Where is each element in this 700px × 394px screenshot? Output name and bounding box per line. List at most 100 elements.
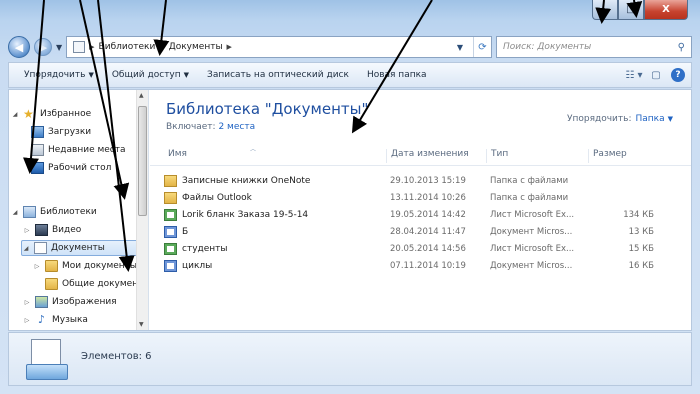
organize-menu-button[interactable]: Упорядочить ▼ (15, 70, 103, 80)
help-icon[interactable]: ? (671, 68, 685, 82)
file-size: 134 КБ (623, 209, 654, 220)
command-bar: Упорядочить ▼ Общий доступ ▼ Записать на о… (8, 62, 692, 88)
file-list-pane: Библиотека "Документы" Включает: 2 места… (150, 90, 691, 330)
file-date: 28.04.2014 11:47 (390, 226, 466, 237)
folder-icon (164, 191, 177, 204)
forward-button[interactable]: ▶ (34, 38, 52, 56)
column-header-name[interactable]: Имя (164, 149, 187, 163)
nav-downloads-label: Загрузки (48, 127, 92, 137)
burn-disc-button[interactable]: Записать на оптический диск (198, 70, 358, 80)
libraries-icon (23, 206, 36, 218)
file-row[interactable]: Записные книжки OneNote 29.10.2013 15:19 П… (164, 172, 683, 189)
folder-icon (45, 260, 58, 272)
includes-locations-link[interactable]: 2 места (218, 122, 255, 132)
search-icon[interactable]: ⚲ (678, 42, 685, 53)
breadcrumb-libraries[interactable]: Библиотеки (99, 42, 156, 52)
file-name: Б (182, 226, 189, 237)
documents-icon (34, 242, 47, 254)
nav-item-images[interactable]: ▷ Изображения (23, 294, 117, 310)
scroll-thumb[interactable] (138, 106, 147, 216)
nav-item-video[interactable]: ▷ Видео (23, 222, 81, 238)
chevron-down-icon: ▼ (183, 71, 190, 79)
collapse-arrow-icon[interactable]: ▷ (23, 299, 31, 306)
address-dropdown-button[interactable]: ▼ (451, 37, 469, 57)
expand-arrow-icon[interactable]: ◢ (22, 245, 30, 252)
file-row[interactable]: Файлы Outlook 13.11.2014 10:26 Папка с фай… (164, 189, 683, 206)
file-row[interactable]: Lorik бланк Заказа 19-5-14 19.05.2014 14:… (164, 206, 683, 223)
column-header-type[interactable]: Тип (486, 149, 508, 163)
arrange-label: Упорядочить: (567, 114, 632, 124)
file-row[interactable]: Б 28.04.2014 11:47 Документ Micros... 13 КБ (164, 223, 683, 240)
search-placeholder: Поиск: Документы (503, 42, 592, 52)
share-label: Общий доступ (111, 70, 181, 80)
arrange-by: Упорядочить: Папка ▼ (567, 114, 673, 124)
breadcrumb-documents[interactable]: Документы (169, 42, 223, 52)
file-date: 20.05.2014 14:56 (390, 243, 466, 254)
address-row: ◀ ▶ ▼ ▶ Библиотеки ▶ Документы ▶ ▼ ⟳ Пои… (8, 34, 692, 60)
new-folder-button[interactable]: Новая папка (358, 70, 436, 80)
refresh-icon[interactable]: ⟳ (473, 37, 491, 57)
nav-item-documents[interactable]: ◢ Документы (21, 240, 139, 256)
chevron-right-icon[interactable]: ▶ (227, 43, 232, 51)
arrange-by-dropdown[interactable]: Папка (635, 114, 664, 124)
view-options-icon[interactable]: ☷ ▾ (623, 66, 645, 84)
window-controls: – □ X (592, 0, 688, 22)
file-date: 13.11.2014 10:26 (390, 192, 466, 203)
nav-item-recent-places[interactable]: Недавние места (31, 142, 126, 158)
nav-item-favorites[interactable]: ◢ ★ Избранное (11, 106, 91, 122)
word-file-icon (164, 259, 177, 272)
maximize-button[interactable]: □ (618, 0, 644, 20)
includes-label: Включает: (166, 122, 216, 132)
back-button[interactable]: ◀ (8, 36, 30, 58)
close-button[interactable]: X (644, 0, 688, 20)
file-date: 07.11.2014 10:19 (390, 260, 466, 271)
collapse-arrow-icon[interactable]: ▷ (23, 227, 31, 234)
chevron-down-icon: ▼ (88, 71, 94, 79)
nav-scrollbar[interactable]: ▲ ▼ (136, 90, 148, 330)
file-row[interactable]: циклы 07.11.2014 10:19 Документ Micros... 1… (164, 257, 683, 274)
chevron-down-icon[interactable]: ▼ (668, 115, 673, 123)
minimize-button[interactable]: – (592, 0, 618, 20)
file-date: 29.10.2013 15:19 (390, 175, 466, 186)
video-icon (35, 224, 48, 236)
nav-music-label: Музыка (52, 315, 88, 325)
scroll-down-icon[interactable]: ▼ (139, 321, 144, 328)
file-type: Лист Microsoft Ex... (490, 209, 575, 220)
nav-item-public-documents[interactable]: Общие документы (45, 276, 148, 292)
file-type: Документ Micros... (490, 226, 573, 237)
file-type: Папка с файлами (490, 192, 569, 203)
column-headers: ︿ Имя Дата изменения Тип Размер (150, 144, 691, 166)
search-input[interactable]: Поиск: Документы ⚲ (496, 36, 692, 58)
folder-icon (45, 278, 58, 290)
share-menu-button[interactable]: Общий доступ ▼ (103, 70, 198, 80)
library-title: Библиотека "Документы" (166, 100, 369, 118)
column-header-size[interactable]: Размер (588, 149, 627, 163)
recent-pages-dropdown[interactable]: ▼ (56, 43, 62, 52)
nav-video-label: Видео (52, 225, 82, 235)
scroll-up-icon[interactable]: ▲ (139, 92, 144, 99)
downloads-icon (31, 126, 44, 138)
organize-label: Упорядочить (24, 70, 86, 80)
nav-images-label: Изображения (52, 297, 117, 307)
file-name: студенты (182, 243, 228, 254)
address-bar[interactable]: ▶ Библиотеки ▶ Документы ▶ ▼ ⟳ (66, 36, 492, 58)
file-size: 13 КБ (628, 226, 654, 237)
collapse-arrow-icon[interactable]: ▷ (33, 263, 41, 270)
expand-arrow-icon[interactable]: ◢ (11, 209, 19, 216)
nav-favorites-label: Избранное (40, 109, 92, 119)
chevron-right-icon[interactable]: ▶ (159, 43, 164, 51)
nav-item-my-documents[interactable]: ▷ Мои документы (33, 258, 137, 274)
nav-item-libraries[interactable]: ◢ Библиотеки (11, 204, 97, 220)
preview-pane-icon[interactable]: ▢ (645, 66, 667, 84)
desktop-icon (31, 162, 44, 174)
file-row[interactable]: студенты 20.05.2014 14:56 Лист Microsoft E… (164, 240, 683, 257)
expand-arrow-icon[interactable]: ◢ (11, 111, 19, 118)
chevron-right-icon[interactable]: ▶ (89, 43, 94, 51)
column-header-date[interactable]: Дата изменения (386, 149, 469, 163)
nav-item-desktop[interactable]: Рабочий стол (31, 160, 111, 176)
nav-item-music[interactable]: ▷ ♪ Музыка (23, 312, 88, 328)
nav-item-downloads[interactable]: Загрузки (31, 124, 91, 140)
back-arrow-icon: ◀ (14, 40, 24, 54)
content-area: ◢ ★ Избранное Загрузки Недавние места Ра… (8, 89, 692, 331)
collapse-arrow-icon[interactable]: ▷ (23, 317, 31, 324)
